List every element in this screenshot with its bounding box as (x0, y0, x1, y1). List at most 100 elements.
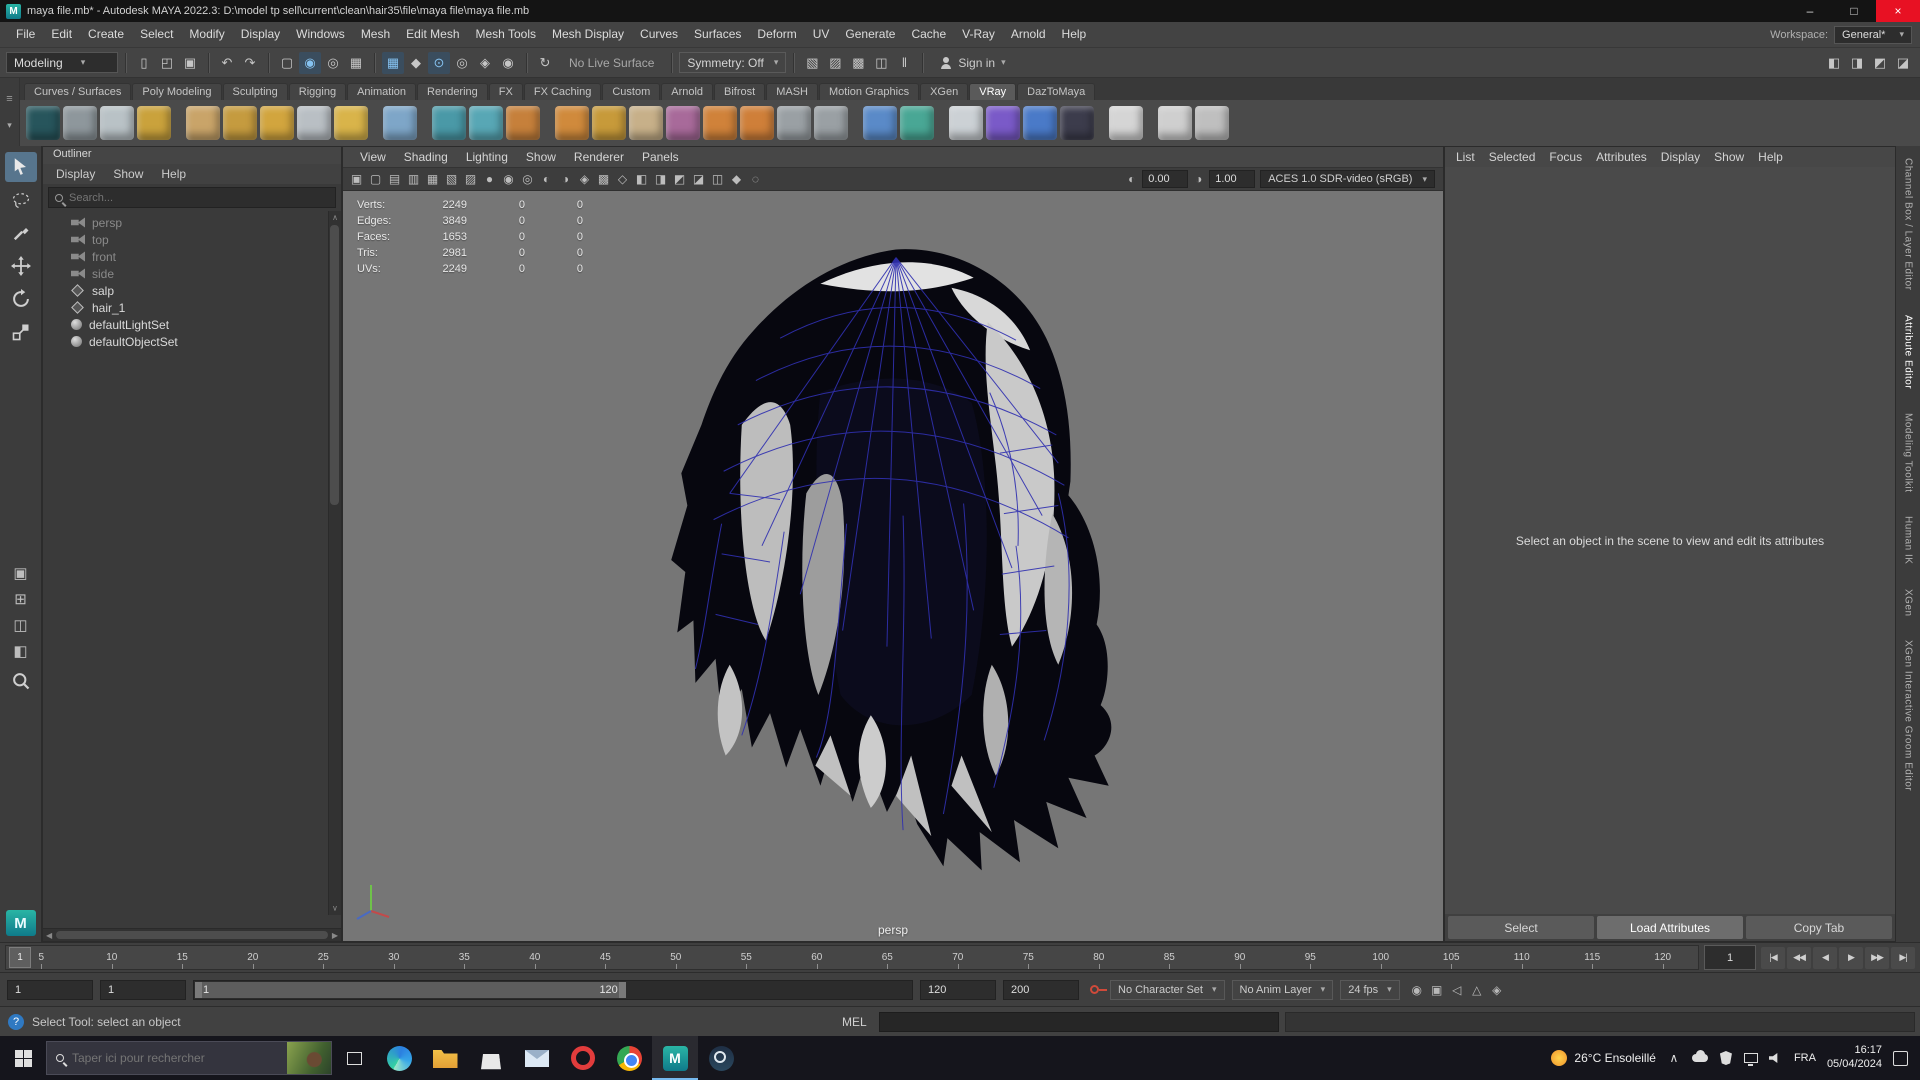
outliner-item[interactable]: salp (43, 282, 341, 299)
search-highlight-image[interactable] (287, 1042, 331, 1074)
shelf-icon[interactable] (1146, 106, 1155, 140)
interactive-hand-icon[interactable] (629, 106, 663, 140)
auto-key-icon[interactable] (1090, 985, 1107, 994)
grease-pencil-icon[interactable]: △ (1467, 980, 1487, 1000)
viewport-menu-item[interactable]: Shading (395, 150, 457, 164)
cache-icon[interactable]: ▣ (1427, 980, 1447, 1000)
four-pane-layout-icon[interactable]: ⊞ (6, 587, 36, 611)
viewport-menu-item[interactable]: Show (517, 150, 565, 164)
single-pane-toggle-icon[interactable]: ◧ (1823, 52, 1845, 74)
panel-layout-toggle-icon[interactable]: ◨ (1846, 52, 1868, 74)
checker-icon[interactable] (703, 106, 737, 140)
sidebar-tab[interactable]: Human IK (1903, 516, 1914, 564)
minimize-button[interactable]: – (1788, 0, 1832, 22)
construction-history-icon[interactable]: ↻ (534, 52, 556, 74)
attribute-editor-menu-item[interactable]: Attributes (1589, 150, 1654, 164)
lasso-tool[interactable] (5, 185, 37, 215)
menu-item[interactable]: Select (132, 22, 181, 47)
fur-icon[interactable] (555, 106, 589, 140)
timeline-tick[interactable]: 15 (147, 946, 218, 969)
viewport-menu-item[interactable]: Lighting (457, 150, 517, 164)
network-icon[interactable] (1743, 1053, 1758, 1066)
vray-dome-light-icon[interactable] (1023, 106, 1057, 140)
chrome-icon[interactable] (606, 1036, 652, 1080)
shelf-tab[interactable]: FX (488, 83, 523, 100)
shelf-tab[interactable]: Poly Modeling (132, 83, 222, 100)
timeline-tick[interactable]: 110 (1487, 946, 1558, 969)
outliner-search[interactable] (48, 187, 336, 208)
isolate-select-icon[interactable]: ◇ (613, 169, 632, 189)
current-frame-field[interactable]: 1 (1704, 945, 1756, 970)
volume-icon[interactable] (1768, 1052, 1783, 1064)
timeline-tick[interactable]: 35 (429, 946, 500, 969)
shelf-icon[interactable] (174, 106, 183, 140)
maya-icon[interactable]: M (652, 1036, 698, 1080)
outliner-item[interactable]: defaultLightSet (43, 316, 341, 333)
sign-in-button[interactable]: Sign in ▾ (940, 56, 1006, 70)
taskbar-search-input[interactable] (72, 1051, 252, 1065)
mail-icon[interactable] (514, 1036, 560, 1080)
render-settings-icon[interactable]: ◫ (870, 52, 892, 74)
sidebar-tab[interactable]: XGen Interactive Groom Editor (1903, 640, 1914, 791)
lock-camera-icon[interactable]: ▢ (366, 169, 385, 189)
menu-item[interactable]: Mesh Display (544, 22, 632, 47)
safe-title-icon[interactable]: ◫ (708, 169, 727, 189)
menu-item[interactable]: Arnold (1003, 22, 1054, 47)
shelf-tab[interactable]: MASH (766, 83, 818, 100)
opera-icon[interactable] (560, 1036, 606, 1080)
gate-mask-icon[interactable]: ◩ (670, 169, 689, 189)
attribute-editor-toggle-icon[interactable]: ◪ (1892, 52, 1914, 74)
viewport-canvas[interactable]: Verts: 2249 0 0 Edges: 3849 0 0 Faces: 1… (343, 191, 1443, 941)
multisample-icon[interactable]: ▩ (594, 169, 613, 189)
step-forward-button[interactable]: ▶▶ (1865, 946, 1889, 969)
vr-ring-icon[interactable] (1158, 106, 1192, 140)
orange-sphere-icon[interactable] (740, 106, 774, 140)
attribute-editor-menu-item[interactable]: List (1449, 150, 1482, 164)
channel-box-toggle-icon[interactable]: ◩ (1869, 52, 1891, 74)
timeline-tick[interactable]: 65 (852, 946, 923, 969)
shelf-tab[interactable]: Arnold (661, 83, 714, 100)
shelf-icon[interactable] (937, 106, 946, 140)
gold-lamp-icon[interactable] (137, 106, 171, 140)
wireframe-mode-icon[interactable]: ▨ (461, 169, 480, 189)
shelf-options-icon[interactable]: ▾ (7, 120, 12, 131)
workspace-select[interactable]: General* ▾ (1834, 25, 1912, 44)
shelf-icon[interactable] (851, 106, 860, 140)
attribute-editor-button[interactable]: Load Attributes (1597, 916, 1743, 939)
mel-label[interactable]: MEL (836, 1015, 873, 1029)
rig-person-icon[interactable] (777, 106, 811, 140)
hidden-icons-chevron[interactable]: ∧ (1667, 1051, 1681, 1065)
menu-item[interactable]: Generate (837, 22, 903, 47)
select-object-icon[interactable]: ◉ (299, 51, 321, 74)
blue-diamond-icon[interactable] (863, 106, 897, 140)
shelf-icon[interactable] (1097, 106, 1106, 140)
timeline-tick[interactable]: 75 (993, 946, 1064, 969)
shelf-tab[interactable]: VRay (969, 83, 1017, 100)
select-hierarchy-icon[interactable]: ▢ (276, 52, 298, 74)
language-indicator[interactable]: FRA (1794, 1052, 1816, 1064)
go-to-end-button[interactable]: ▶| (1891, 946, 1915, 969)
close-button[interactable]: × (1876, 0, 1920, 22)
taskbar-clock[interactable]: 16:17 05/04/2024 (1827, 1044, 1882, 1072)
vray-sphere-dark-icon[interactable] (26, 106, 60, 140)
shelf-tab[interactable]: Custom (602, 83, 661, 100)
timeline-tick[interactable]: 105 (1416, 946, 1487, 969)
current-frame-marker[interactable]: 1 (9, 947, 31, 968)
snap-grid-icon[interactable]: ▦ (382, 51, 404, 74)
menu-item[interactable]: Create (80, 22, 132, 47)
timeline-tick[interactable]: 95 (1275, 946, 1346, 969)
smooth-shade-icon[interactable]: ● (480, 169, 499, 189)
play-button[interactable]: ▶ (1839, 946, 1863, 969)
menu-item[interactable]: Display (233, 22, 288, 47)
shelf-tab[interactable]: Rigging (288, 83, 347, 100)
viewport-menu-item[interactable]: Renderer (565, 150, 633, 164)
play-backwards-button[interactable]: ◀ (1813, 946, 1837, 969)
start-button[interactable] (0, 1036, 46, 1080)
shelf-menu-icon[interactable]: ≡ (6, 93, 12, 105)
maximize-button[interactable]: □ (1832, 0, 1876, 22)
gamma-icon[interactable]: ◑ (1189, 169, 1208, 189)
ipr-render-icon[interactable]: ▩ (847, 52, 869, 74)
shelf-tab[interactable]: Curves / Surfaces (24, 83, 132, 100)
safe-action-icon[interactable]: ◪ (689, 169, 708, 189)
undo-icon[interactable]: ↶ (216, 52, 238, 74)
